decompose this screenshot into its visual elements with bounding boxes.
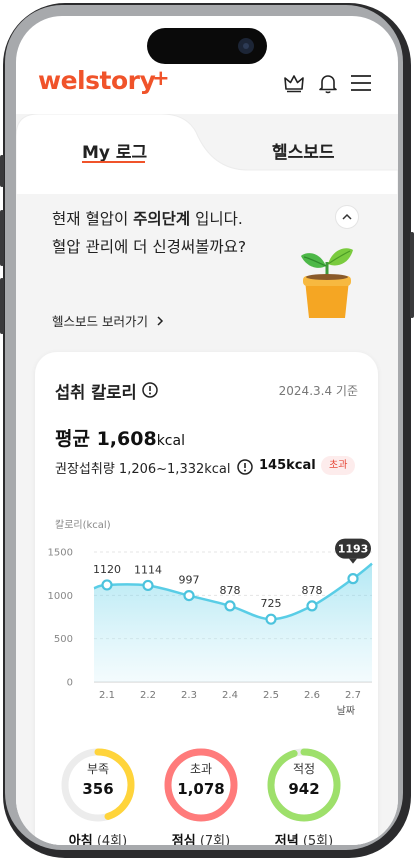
breakfast-value: 356 (82, 780, 114, 798)
breakfast-status: 부족 (86, 762, 110, 776)
volume-down-button (0, 278, 4, 334)
chevron-up-icon (342, 213, 352, 220)
chevron-right-icon (157, 316, 164, 326)
tab-bar-shape (16, 114, 398, 194)
meal-label-dinner[interactable]: 저녁 (5회) (264, 830, 344, 845)
crown-icon[interactable] (283, 72, 305, 94)
plant-illustration (301, 248, 353, 318)
lunch-value: 1,078 (177, 780, 225, 798)
health-board-link[interactable]: 헬스보드 보러가기 (52, 311, 165, 330)
welstory-logo[interactable]: welstory (38, 66, 156, 95)
status-message-line1: 현재 혈압이 주의단계 입니다. (52, 210, 243, 228)
tab-my-log[interactable]: My 로그 (82, 138, 147, 163)
status-message-line2: 혈압 관리에 더 신경써볼까요? (52, 238, 247, 256)
meal-label-breakfast[interactable]: 아침 (4회) (58, 830, 138, 845)
active-tab-indicator (82, 161, 145, 163)
volume-up-button (0, 210, 4, 266)
app-screen: welstory + My 로그 헬스보드 현재 혈압이 주의단계 입니다. 혈… (16, 16, 398, 845)
tab-health-board[interactable]: 헬스보드 (272, 138, 335, 163)
bell-icon[interactable] (317, 72, 339, 94)
power-button (410, 232, 414, 318)
logo-plus-mark: + (152, 66, 170, 90)
menu-icon[interactable] (350, 72, 372, 94)
lunch-status: 초과 (189, 762, 213, 776)
meal-label-lunch[interactable]: 점심 (7회) (161, 830, 241, 845)
calorie-card: 섭취 칼로리 2024.3.4 기준 평균 1,608kcal 권장섭취량 1,… (35, 352, 378, 845)
dinner-value: 942 (288, 780, 320, 798)
front-camera (238, 38, 254, 54)
dinner-status: 적정 (292, 762, 316, 776)
action-button (0, 155, 4, 187)
collapse-button[interactable] (335, 205, 359, 229)
